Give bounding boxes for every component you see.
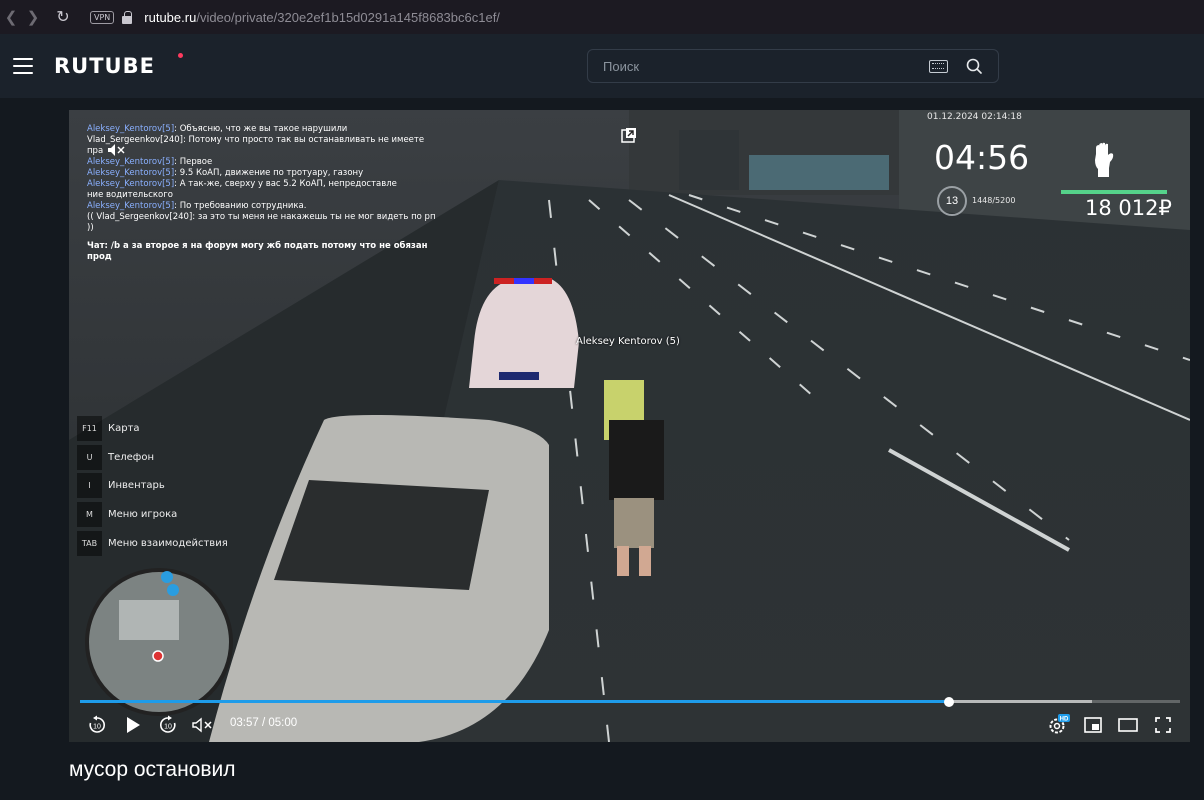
rutube-logo[interactable]: RUTUBE: [54, 54, 155, 78]
search-box: [587, 49, 999, 83]
hotkey-item: F11 Карта: [77, 414, 228, 443]
hotkey-label: Меню игрока: [108, 508, 178, 520]
hud-money: 18 012₽: [1085, 196, 1172, 220]
fullscreen-icon: [1155, 717, 1171, 733]
forward-button[interactable]: 10: [157, 714, 179, 736]
hotkey-key: TAB: [77, 530, 102, 556]
settings-button[interactable]: HD: [1046, 714, 1070, 736]
hotkey-item: M Меню игрока: [77, 500, 228, 529]
hotkey-item: U Телефон: [77, 443, 228, 472]
hud-level: 13: [937, 186, 967, 216]
hud-clock: 04:56: [934, 138, 1030, 177]
hotkey-label: Меню взаимодействия: [108, 537, 228, 549]
video-title: мусор остановил: [69, 758, 236, 781]
chat-input-line: Чат: /b а за второе я на форум могу жб п…: [87, 241, 428, 262]
chat-line: пра: [87, 146, 104, 156]
fist-icon: [1095, 142, 1114, 177]
browser-toolbar: ❮ ❯ ↻ VPN rutube.ru/video/private/320e2e…: [0, 0, 1204, 34]
fullscreen-button[interactable]: [1152, 714, 1174, 736]
chat-line: Aleksey_Kentorov[5]: По требованию сотру…: [87, 201, 307, 211]
chat-line: Vlad_Sergeenkov[240]: Потому что просто …: [87, 135, 425, 145]
player-nametag: Aleksey Kentorov (5): [576, 336, 680, 347]
hud-xp: 1448/5200: [972, 196, 1016, 205]
hotkey-item: TAB Меню взаимодействия: [77, 529, 228, 558]
menu-icon[interactable]: [13, 58, 33, 74]
hud-date: 01.12.2024 02:14:18: [927, 112, 1022, 122]
chat-line: (( Vlad_Sergeenkov[240]: за это ты меня …: [87, 212, 436, 222]
svg-text:10: 10: [93, 724, 101, 731]
hotkey-key: M: [77, 501, 102, 527]
played-bar: [80, 700, 949, 703]
rewind-icon: 10: [89, 715, 105, 733]
muted-indicator-icon: [108, 144, 125, 156]
hud-health-fill: [1061, 190, 1167, 194]
chat-line: Aleksey_Kentorov[5]: Объясню, что же вы …: [87, 124, 348, 134]
vpn-badge[interactable]: VPN: [90, 10, 115, 24]
picture-in-picture-icon[interactable]: [621, 127, 637, 143]
chat-line: ние водительского: [87, 190, 173, 200]
game-chat: Aleksey_Kentorov[5]: Объясню, что же вы …: [87, 124, 447, 263]
site-header: RUTUBE: [0, 34, 1204, 98]
seek-bar[interactable]: [80, 696, 1180, 707]
chat-line: Aleksey_Kentorov[5]: А так-же, сверху у …: [87, 179, 397, 189]
lock-icon[interactable]: [122, 10, 133, 24]
volume-button[interactable]: [191, 714, 213, 736]
duration: 05:00: [268, 717, 298, 729]
logo-dot: [178, 53, 183, 58]
seek-handle[interactable]: [944, 696, 954, 707]
search-icon[interactable]: [966, 58, 982, 74]
forward-icon[interactable]: ❯: [22, 0, 44, 34]
back-icon[interactable]: ❮: [0, 0, 22, 34]
hotkey-key: F11: [77, 415, 102, 441]
chat-line: Aleksey_Kentorov[5]: Первое: [87, 157, 213, 167]
play-button[interactable]: [122, 714, 144, 736]
gear-icon: HD: [1049, 714, 1070, 734]
hotkey-menu: F11 Карта U Телефон I Инвентарь M Меню игрок…: [77, 414, 228, 557]
current-time: 03:57: [230, 717, 259, 729]
hotkey-key: U: [77, 444, 102, 470]
time-display: 03:57 / 05:00: [230, 717, 298, 729]
forward-icon: 10: [160, 715, 176, 733]
keyboard-icon[interactable]: [929, 60, 948, 73]
play-icon: [127, 717, 140, 733]
hud-health-bar: [1061, 190, 1167, 194]
rewind-button[interactable]: 10: [86, 714, 108, 736]
hotkey-label: Телефон: [108, 451, 155, 463]
url-host: rutube.ru: [144, 9, 197, 25]
reload-icon[interactable]: ↻: [52, 0, 74, 34]
chat-line: )): [87, 223, 94, 233]
miniplayer-button[interactable]: [1082, 714, 1104, 736]
search-input[interactable]: [588, 50, 908, 82]
hotkey-label: Карта: [108, 422, 140, 434]
theater-mode-button[interactable]: [1116, 714, 1140, 736]
volume-muted-icon: [192, 717, 212, 733]
svg-text:10: 10: [164, 724, 172, 731]
video-player[interactable]: Aleksey_Kentorov[5]: Объясню, что же вы …: [69, 110, 1190, 742]
chat-line: Aleksey_Kentorov[5]: 9.5 КоАП, движение …: [87, 168, 364, 178]
miniplayer-icon: [1084, 717, 1102, 733]
svg-text:HD: HD: [1060, 717, 1069, 723]
url-path: /video/private/320e2ef1b15d0291a145f8683…: [196, 9, 500, 25]
hotkey-key: I: [77, 473, 102, 499]
hotkey-label: Инвентарь: [108, 480, 165, 492]
address-bar[interactable]: rutube.ru/video/private/320e2ef1b15d0291…: [144, 10, 500, 25]
theater-mode-icon: [1118, 718, 1138, 732]
hotkey-item: I Инвентарь: [77, 471, 228, 500]
